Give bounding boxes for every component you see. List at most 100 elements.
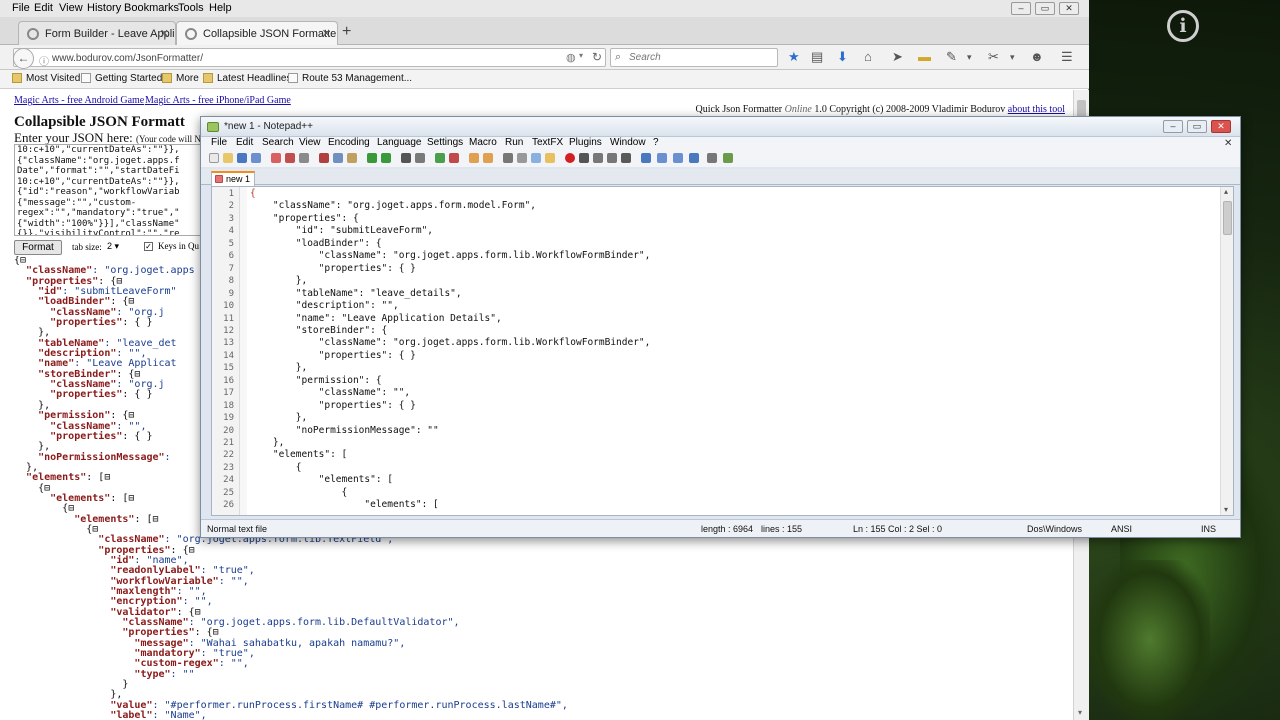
info-icon[interactable]: i bbox=[1167, 10, 1199, 42]
code-line[interactable]: }, bbox=[250, 437, 284, 448]
play-macro-icon[interactable] bbox=[593, 153, 603, 163]
menu-settings[interactable]: Settings bbox=[427, 137, 463, 148]
tree-bracket[interactable]: : [⊟ bbox=[110, 493, 134, 504]
bookmark-more[interactable]: More bbox=[162, 73, 199, 84]
code-line[interactable]: "permission": { bbox=[250, 375, 382, 386]
tree-bracket[interactable]: } bbox=[122, 679, 128, 690]
close-tab-icon[interactable]: ✕ bbox=[322, 27, 331, 40]
tree-bracket[interactable]: : { } bbox=[122, 389, 152, 400]
editor-scrollbar[interactable]: ▴ ▾ bbox=[1220, 187, 1233, 515]
tree-bracket[interactable]: {⊟ bbox=[86, 524, 98, 535]
spellcheck-icon[interactable] bbox=[723, 153, 733, 163]
menu-textfx[interactable]: TextFX bbox=[532, 137, 563, 148]
bookmark-getting-started[interactable]: Getting Started bbox=[81, 73, 162, 84]
code-line[interactable]: "properties": { bbox=[250, 213, 359, 224]
code-line[interactable]: "elements": [ bbox=[250, 499, 438, 510]
sync-v-icon[interactable] bbox=[469, 153, 479, 163]
format-button[interactable]: Format bbox=[14, 240, 62, 255]
close-tab-icon[interactable]: ✕ bbox=[160, 27, 169, 40]
reader-icon[interactable]: ◍ bbox=[566, 51, 576, 64]
tree-bracket[interactable]: : [⊟ bbox=[86, 472, 110, 483]
save-all-icon[interactable] bbox=[251, 153, 261, 163]
plugin-icon[interactable] bbox=[689, 153, 699, 163]
menu-window[interactable]: Window bbox=[610, 137, 646, 148]
code-line[interactable]: "elements": [ bbox=[250, 449, 347, 460]
menu-edit[interactable]: Edit bbox=[236, 137, 253, 148]
replace-icon[interactable] bbox=[415, 153, 425, 163]
textfx-icon[interactable] bbox=[641, 153, 651, 163]
about-link[interactable]: about this tool bbox=[1008, 104, 1065, 115]
maximize-button[interactable]: ▭ bbox=[1035, 2, 1055, 15]
code-line[interactable]: "properties": { } bbox=[250, 263, 416, 274]
code-line[interactable]: "className": "org.joget.apps.form.lib.Wo… bbox=[250, 337, 651, 348]
dropdown-arrow-icon[interactable]: ▾ bbox=[967, 52, 972, 63]
url-bar[interactable]: ← ⓘ www.bodurov.com/JsonFormatter/ ◍ ▾ ↻ bbox=[13, 48, 606, 69]
indent-guide-icon[interactable] bbox=[531, 153, 541, 163]
chat-icon[interactable]: ☻ bbox=[1030, 49, 1044, 64]
url-text[interactable]: www.bodurov.com/JsonFormatter/ bbox=[52, 53, 203, 64]
code-line[interactable]: "elements": [ bbox=[250, 474, 393, 485]
plugin-tool-icon[interactable] bbox=[707, 153, 717, 163]
stop-macro-icon[interactable] bbox=[579, 153, 589, 163]
menu-history[interactable]: History bbox=[87, 2, 121, 14]
save-macro-icon[interactable] bbox=[621, 153, 631, 163]
menu-plugins[interactable]: Plugins bbox=[569, 137, 602, 148]
bookmarks-list-icon[interactable]: ▤ bbox=[811, 49, 823, 65]
arrow-down-icon[interactable] bbox=[673, 153, 683, 163]
tree-bracket[interactable]: }, bbox=[110, 689, 122, 700]
json-input-textarea[interactable]: 10:c+10","currentDateAs":""}}, {"classNam… bbox=[14, 144, 204, 236]
menu-tools[interactable]: Tools bbox=[178, 2, 204, 14]
code-line[interactable]: "tableName": "leave_details", bbox=[250, 288, 462, 299]
minimize-button[interactable]: – bbox=[1011, 2, 1031, 15]
pen-icon[interactable]: ✎ bbox=[946, 49, 957, 65]
close-icon[interactable] bbox=[271, 153, 281, 163]
menu-file[interactable]: File bbox=[12, 2, 30, 14]
menu-encoding[interactable]: Encoding bbox=[328, 137, 370, 148]
tab-size-select[interactable]: 2 ▾ bbox=[107, 241, 133, 253]
code-line[interactable]: { bbox=[250, 462, 302, 473]
save-icon[interactable] bbox=[237, 153, 247, 163]
menu-macro[interactable]: Macro bbox=[469, 137, 497, 148]
android-game-link[interactable]: Magic Arts - free Android Game bbox=[14, 95, 144, 106]
run-multi-icon[interactable] bbox=[607, 153, 617, 163]
tree-bracket[interactable]: {⊟ bbox=[38, 483, 50, 494]
zoom-out-icon[interactable] bbox=[449, 153, 459, 163]
tree-bracket[interactable]: : {⊟ bbox=[171, 545, 195, 556]
scroll-down-arrow-icon[interactable]: ▾ bbox=[1078, 708, 1082, 717]
bookmark-star-icon[interactable]: ★ bbox=[788, 49, 800, 65]
code-line[interactable]: "description": "", bbox=[250, 300, 399, 311]
menu-help[interactable]: ? bbox=[653, 137, 659, 148]
all-chars-icon[interactable] bbox=[517, 153, 527, 163]
editor-text[interactable]: 1 {2 "className": "org.joget.apps.form.mo… bbox=[212, 187, 1217, 515]
menu-view[interactable]: View bbox=[299, 137, 321, 148]
open-file-icon[interactable] bbox=[223, 153, 233, 163]
copy-icon[interactable] bbox=[333, 153, 343, 163]
code-line[interactable]: "className": "", bbox=[250, 387, 411, 398]
tab-json-formatter[interactable]: Collapsible JSON Formatter - vi... ✕ bbox=[176, 21, 338, 45]
cut-icon[interactable] bbox=[319, 153, 329, 163]
addon-icon[interactable]: ▬ bbox=[918, 49, 931, 64]
lang-icon[interactable] bbox=[545, 153, 555, 163]
tree-bracket[interactable]: }, bbox=[38, 441, 50, 452]
tree-bracket[interactable]: }, bbox=[38, 327, 50, 338]
sync-h-icon[interactable] bbox=[483, 153, 493, 163]
new-file-icon[interactable] bbox=[209, 153, 219, 163]
code-line[interactable]: "name": "Leave Application Details", bbox=[250, 313, 502, 324]
tree-bracket[interactable]: {⊟ bbox=[62, 503, 74, 514]
scroll-down-arrow-icon[interactable]: ▾ bbox=[1224, 505, 1228, 514]
code-line[interactable]: "properties": { } bbox=[250, 400, 416, 411]
close-button[interactable]: ✕ bbox=[1211, 120, 1231, 133]
bookmark-route53[interactable]: Route 53 Management... bbox=[288, 73, 412, 84]
code-editor[interactable]: 1 {2 "className": "org.joget.apps.form.mo… bbox=[211, 186, 1234, 516]
menu-search[interactable]: Search bbox=[262, 137, 294, 148]
menu-run[interactable]: Run bbox=[505, 137, 523, 148]
close-all-icon[interactable] bbox=[285, 153, 295, 163]
scrollbar-thumb[interactable] bbox=[1223, 201, 1232, 235]
keys-checkbox[interactable]: ✓ bbox=[144, 242, 153, 251]
menu-view[interactable]: View bbox=[59, 2, 83, 14]
code-line[interactable]: "className": "org.joget.apps.form.model.… bbox=[250, 200, 536, 211]
maximize-button[interactable]: ▭ bbox=[1187, 120, 1207, 133]
home-icon[interactable]: ⌂ bbox=[864, 49, 872, 64]
code-line[interactable]: "storeBinder": { bbox=[250, 325, 388, 336]
menu-edit[interactable]: Edit bbox=[34, 2, 53, 14]
